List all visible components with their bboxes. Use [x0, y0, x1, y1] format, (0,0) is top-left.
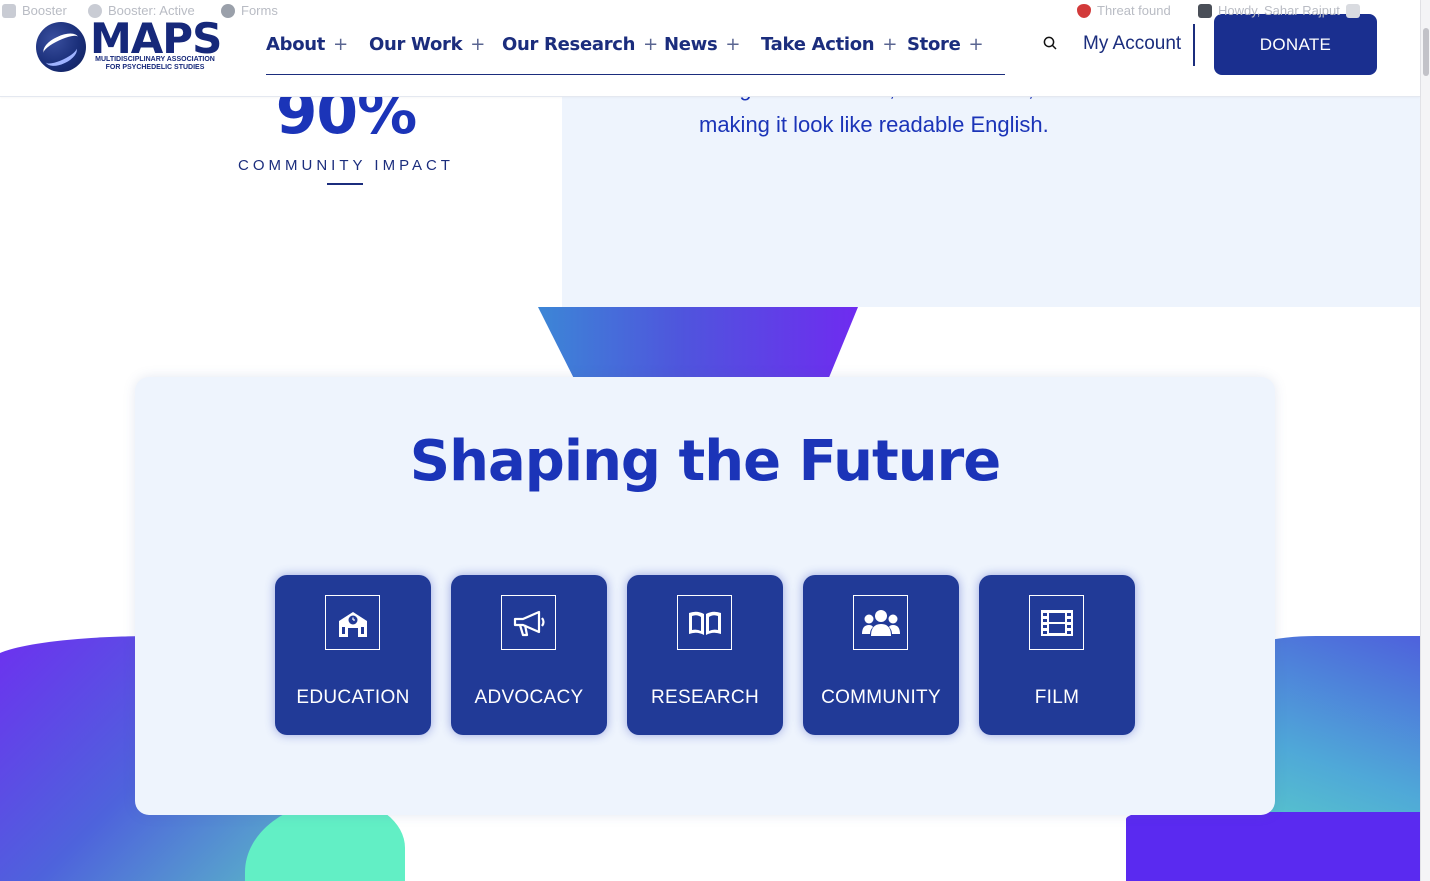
stat-underline [327, 183, 363, 185]
admin-bar-booster[interactable]: Booster [2, 3, 67, 18]
nav-item-label: Our Research [502, 34, 636, 55]
maps-logo[interactable]: MAPS MULTIDISCIPLINARY ASSOCIATION FOR P… [36, 14, 226, 74]
decorative-wave-right-purple [1126, 812, 1430, 881]
nav-item-label: About [266, 34, 326, 55]
bars-icon [2, 3, 16, 18]
book-icon [677, 595, 732, 650]
panel-text: making it look like readable English. [699, 112, 1049, 137]
tile-education[interactable]: EDUCATION [275, 575, 431, 735]
admin-bar-howdy[interactable]: Howdy, Sahar Rajput [1198, 3, 1360, 18]
nav-item-label: Take Action [761, 34, 875, 55]
plus-icon[interactable]: + [969, 34, 984, 55]
admin-bar-item-label: Booster: Active [108, 3, 195, 18]
logo-subtitle: MULTIDISCIPLINARY ASSOCIATION FOR PSYCHE… [95, 56, 215, 71]
tile-film[interactable]: FILM [979, 575, 1135, 735]
nav-item-our-work[interactable]: Our Work + [369, 34, 485, 55]
admin-bar-booster-active[interactable]: Booster: Active [88, 3, 195, 18]
nav-item-about[interactable]: About + [266, 34, 348, 55]
nav-item-our-research[interactable]: Our Research + [502, 34, 658, 55]
avatar [1345, 3, 1360, 18]
tile-label: RESEARCH [651, 687, 759, 708]
plus-icon[interactable]: + [333, 34, 348, 55]
tile-label: ADVOCACY [474, 687, 584, 708]
scrollbar-thumb[interactable] [1423, 28, 1429, 76]
tile-advocacy[interactable]: ADVOCACY [451, 575, 607, 735]
plus-icon[interactable]: + [725, 34, 740, 55]
forms-icon [221, 3, 235, 18]
admin-bar-howdy-label: Howdy, Sahar Rajput [1218, 3, 1340, 18]
tile-label: COMMUNITY [821, 687, 941, 708]
megaphone-icon [501, 595, 556, 650]
page: using 'Content here, content here', maki… [0, 0, 1430, 881]
nav-item-label: Our Work [369, 34, 463, 55]
nav-item-store[interactable]: Store + [907, 34, 984, 55]
nav-item-label: Store [907, 34, 961, 55]
decorative-gradient-shape [538, 307, 858, 377]
header-divider [1193, 24, 1195, 66]
plus-icon[interactable]: + [470, 34, 485, 55]
admin-bar-forms[interactable]: Forms [221, 3, 278, 18]
page-scrollbar[interactable] [1420, 0, 1430, 881]
my-account-link[interactable]: My Account [1083, 33, 1181, 55]
admin-bar: Booster Booster: Active Forms Threat fou… [0, 0, 1420, 22]
plus-icon[interactable]: + [882, 34, 897, 55]
admin-bar-threat-label: Threat found [1097, 3, 1171, 18]
search-icon[interactable] [1043, 36, 1057, 50]
admin-bar-threat[interactable]: Threat found [1077, 3, 1171, 18]
tile-community[interactable]: COMMUNITY [803, 575, 959, 735]
nav-item-take-action[interactable]: Take Action + [761, 34, 897, 55]
shield-alert-icon [1077, 3, 1091, 18]
main-nav: About + Our Work + Our Research + News + Tak… [266, 30, 1005, 75]
film-icon [1029, 595, 1084, 650]
admin-bar-item-label: Booster [22, 3, 67, 18]
plus-icon[interactable]: + [643, 34, 658, 55]
nav-item-news[interactable]: News + [664, 34, 741, 55]
comment-icon [1198, 3, 1212, 18]
nav-item-label: News [664, 34, 718, 55]
logo-globe-icon [36, 22, 86, 72]
admin-bar-item-label: Forms [241, 3, 278, 18]
stat-label: COMMUNITY IMPACT [238, 157, 454, 174]
tile-label: FILM [1034, 687, 1080, 708]
school-icon [325, 595, 380, 650]
tile-label: EDUCATION [296, 687, 410, 708]
users-icon [853, 595, 908, 650]
tile-research[interactable]: RESEARCH [627, 575, 783, 735]
donate-button[interactable]: DONATE [1214, 14, 1377, 75]
section-title: Shaping the Future [409, 429, 1001, 494]
star-icon [88, 3, 102, 18]
shaping-future-card: Shaping the Future EDUCATION ADVOCACY RE… [135, 377, 1275, 815]
